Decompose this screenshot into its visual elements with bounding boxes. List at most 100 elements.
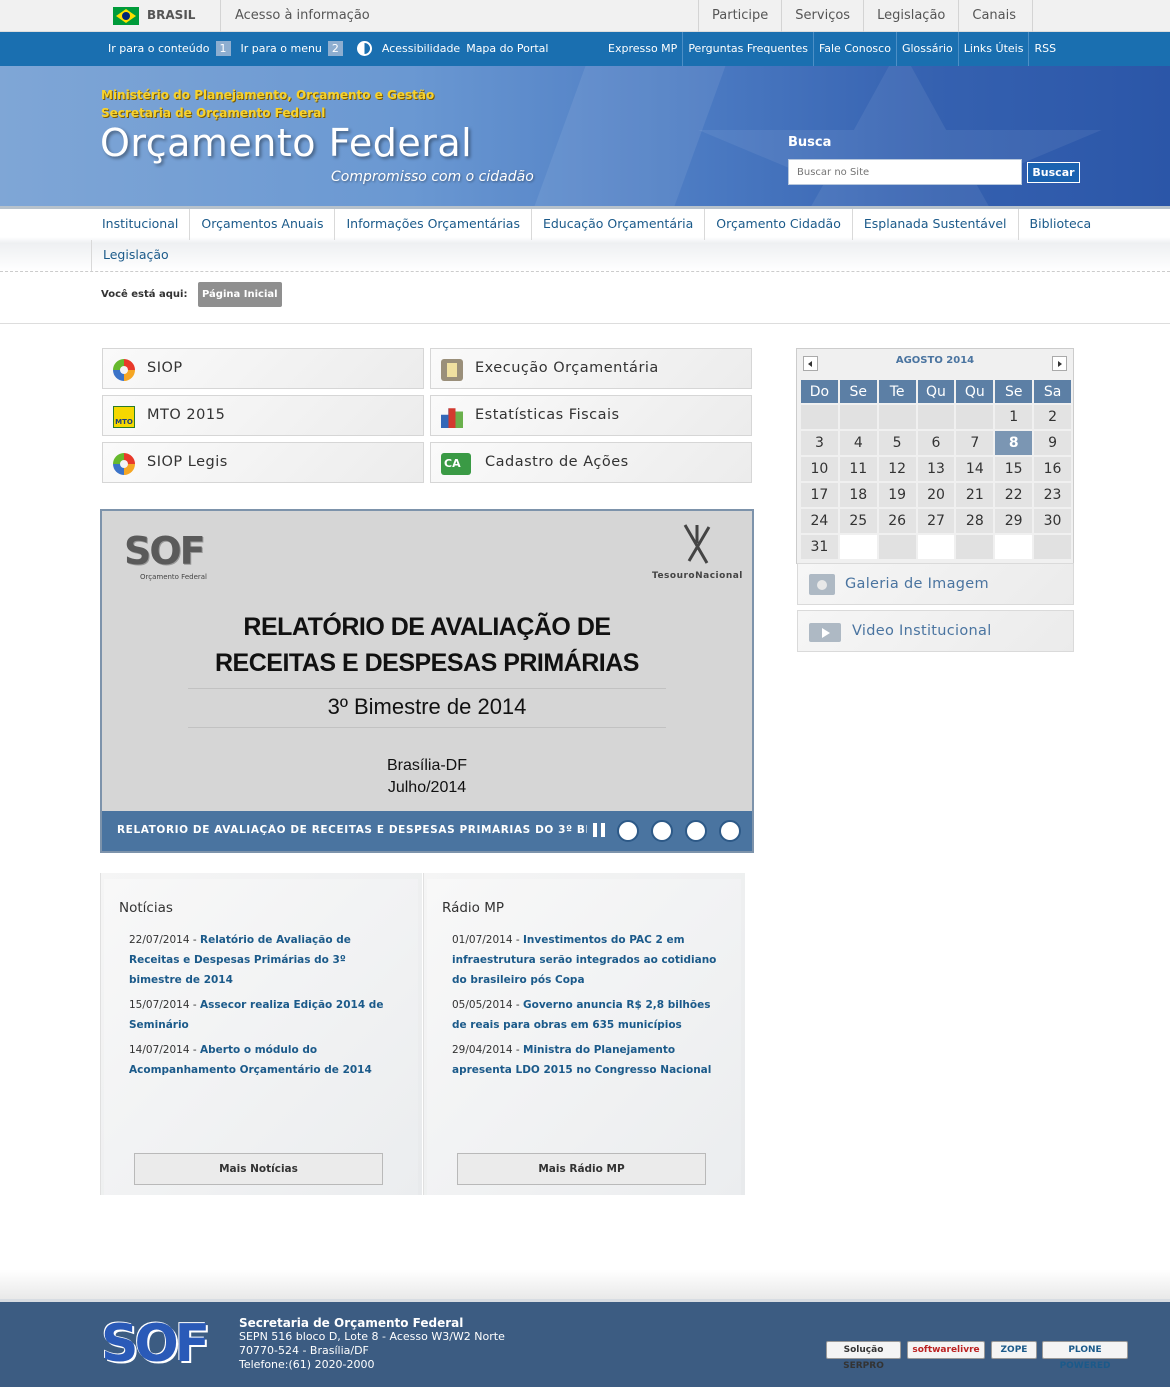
shortcut-label: Cadastro de Ações: [485, 454, 629, 470]
shortcut-cadastro-de-acoes[interactable]: Cadastro de Ações: [430, 442, 752, 483]
calendar-day[interactable]: 18: [839, 483, 877, 507]
ministry-name[interactable]: Ministério do Planejamento, Orçamento e …: [101, 86, 434, 122]
calendar-day[interactable]: 5: [878, 431, 916, 455]
calendar-day[interactable]: 28: [956, 509, 994, 533]
calendar-day[interactable]: 2: [1034, 405, 1071, 429]
serpro-badge[interactable]: Solução SERPRO: [826, 1341, 901, 1371]
calendar-day[interactable]: 12: [878, 457, 916, 481]
gallery-link[interactable]: Galeria de Imagem: [797, 563, 1074, 605]
slide-dot-3[interactable]: [685, 820, 707, 842]
siop-icon: [113, 359, 135, 381]
featured-slideshow[interactable]: SOF Orçamento Federal TesouroNacional RE…: [100, 509, 754, 853]
radio-item: 01/07/2014 - Investimentos do PAC 2 em i…: [452, 934, 717, 986]
nav-esplanada-sustentavel[interactable]: Esplanada Sustentável: [851, 209, 1018, 240]
calendar-day[interactable]: 23: [1034, 483, 1071, 507]
video-link[interactable]: Video Institucional: [797, 610, 1074, 652]
nav-orcamentos-anuais[interactable]: Orçamentos Anuais: [189, 209, 334, 240]
site-title[interactable]: Orçamento Federal: [100, 121, 472, 165]
calendar-day[interactable]: 30: [1034, 509, 1071, 533]
gov-bar: BRASIL Acesso à informação Participe Ser…: [0, 0, 1170, 32]
softwarelivre-badge[interactable]: softwarelivre: [907, 1341, 985, 1359]
more-news-button[interactable]: Mais Notícias: [134, 1153, 383, 1185]
news-item: 14/07/2014 - Aberto o módulo do Acompanh…: [129, 1044, 372, 1076]
link-expresso-mp[interactable]: Expresso MP: [603, 32, 682, 66]
calendar-day[interactable]: 25: [839, 509, 877, 533]
gov-link-participe[interactable]: Participe: [698, 0, 781, 32]
nav-informacoes-orcamentarias[interactable]: Informações Orçamentárias: [334, 209, 530, 240]
shortcut-execucao-orcamentaria[interactable]: Execução Orçamentária: [430, 348, 752, 389]
calendar-day[interactable]: 16: [1034, 457, 1071, 481]
goto-content-link[interactable]: Ir para o conteúdo: [108, 42, 210, 55]
calendar-day[interactable]: 20: [917, 483, 955, 507]
shortcut-siop[interactable]: SIOP: [102, 348, 424, 389]
slide-caption[interactable]: RELATÓRIO DE AVALIAÇÃO DE RECEITAS E DES…: [117, 824, 587, 836]
calendar-day[interactable]: 14: [956, 457, 994, 481]
plone-badge[interactable]: PLONE POWERED: [1042, 1341, 1128, 1371]
nav-legislacao[interactable]: Legislação: [91, 240, 180, 271]
slide-dot-2[interactable]: [651, 820, 673, 842]
gov-link-legislacao[interactable]: Legislação: [863, 0, 958, 32]
slide-dot-1[interactable]: [617, 820, 639, 842]
calendar-day[interactable]: 24: [801, 509, 838, 533]
nav-educacao-orcamentaria[interactable]: Educação Orçamentária: [530, 209, 704, 240]
breadcrumb-home[interactable]: Página Inicial: [198, 282, 282, 307]
link-rss[interactable]: RSS: [1028, 32, 1061, 66]
slide-subtitle: 3º Bimestre de 2014: [327, 694, 527, 719]
nav-institucional[interactable]: Institucional: [91, 209, 189, 240]
calendar-day[interactable]: 13: [917, 457, 955, 481]
calendar-day[interactable]: 31: [801, 535, 838, 559]
calendar-day[interactable]: 29: [995, 509, 1033, 533]
gov-link-canais[interactable]: Canais: [958, 0, 1034, 32]
gov-link-servicos[interactable]: Serviços: [781, 0, 863, 32]
calendar-day[interactable]: 1: [995, 405, 1033, 429]
slide-dot-4[interactable]: [719, 820, 741, 842]
calendar-next-icon[interactable]: [1052, 356, 1067, 371]
calendar-day[interactable]: 8: [995, 431, 1033, 455]
nav-orcamento-cidadao[interactable]: Orçamento Cidadão: [704, 209, 852, 240]
gov-links: Participe Serviços Legislação Canais: [698, 0, 1034, 32]
nav-biblioteca[interactable]: Biblioteca: [1017, 209, 1103, 240]
calendar-day[interactable]: 3: [801, 431, 838, 455]
shortcut-siop-legis[interactable]: SIOP Legis: [102, 442, 424, 483]
contrast-icon[interactable]: [356, 41, 372, 56]
radio-title: Rádio MP: [442, 900, 505, 916]
calendar-day[interactable]: 11: [839, 457, 877, 481]
news-title: Notícias: [119, 900, 173, 916]
calendar-day[interactable]: 10: [801, 457, 838, 481]
tesouro-nacional-logo-icon: [683, 524, 711, 564]
sitemap-link[interactable]: Mapa do Portal: [466, 42, 548, 55]
calendar-day[interactable]: 21: [956, 483, 994, 507]
goto-menu-link[interactable]: Ir para o menu: [241, 42, 322, 55]
link-glossario[interactable]: Glossário: [895, 32, 958, 66]
radio-item: 05/05/2014 - Governo anuncia R$ 2,8 bilh…: [452, 999, 711, 1031]
calendar-day[interactable]: 9: [1034, 431, 1071, 455]
calendar-day[interactable]: 7: [956, 431, 994, 455]
breadcrumb-label: Você está aqui:: [101, 289, 188, 300]
search-button[interactable]: Buscar: [1027, 162, 1080, 183]
calendar-day[interactable]: 15: [995, 457, 1033, 481]
calendar-day[interactable]: 22: [995, 483, 1033, 507]
search-input[interactable]: [788, 159, 1022, 185]
accessibility-link[interactable]: Acessibilidade: [382, 42, 460, 55]
shortcut-mto-2015[interactable]: MTO 2015: [102, 395, 424, 436]
calendar-day[interactable]: 26: [878, 509, 916, 533]
calendar-day[interactable]: 27: [917, 509, 955, 533]
shortcut-estatisticas-fiscais[interactable]: Estatísticas Fiscais: [430, 395, 752, 436]
brazil-flag-icon[interactable]: [113, 7, 139, 25]
link-links-uteis[interactable]: Links Úteis: [957, 32, 1029, 66]
pause-icon[interactable]: [593, 823, 605, 837]
link-faq[interactable]: Perguntas Frequentes: [682, 32, 813, 66]
more-radio-button[interactable]: Mais Rádio MP: [457, 1153, 706, 1185]
calendar-day[interactable]: 4: [839, 431, 877, 455]
shortcut-label: Estatísticas Fiscais: [475, 407, 620, 423]
calendar: AGOSTO 2014 Do Se Te Qu Qu Se Sa 1234567…: [796, 348, 1074, 564]
breadcrumb: Você está aqui: Página Inicial: [0, 272, 1170, 324]
calendar-empty-cell: [878, 405, 916, 429]
link-fale-conosco[interactable]: Fale Conosco: [812, 32, 896, 66]
calendar-day[interactable]: 19: [878, 483, 916, 507]
access-info-link[interactable]: Acesso à informação: [235, 8, 370, 23]
zope-badge[interactable]: ZOPE: [991, 1341, 1037, 1359]
calendar-day[interactable]: 17: [801, 483, 838, 507]
calendar-day[interactable]: 6: [917, 431, 955, 455]
brasil-link[interactable]: BRASIL: [147, 8, 195, 22]
